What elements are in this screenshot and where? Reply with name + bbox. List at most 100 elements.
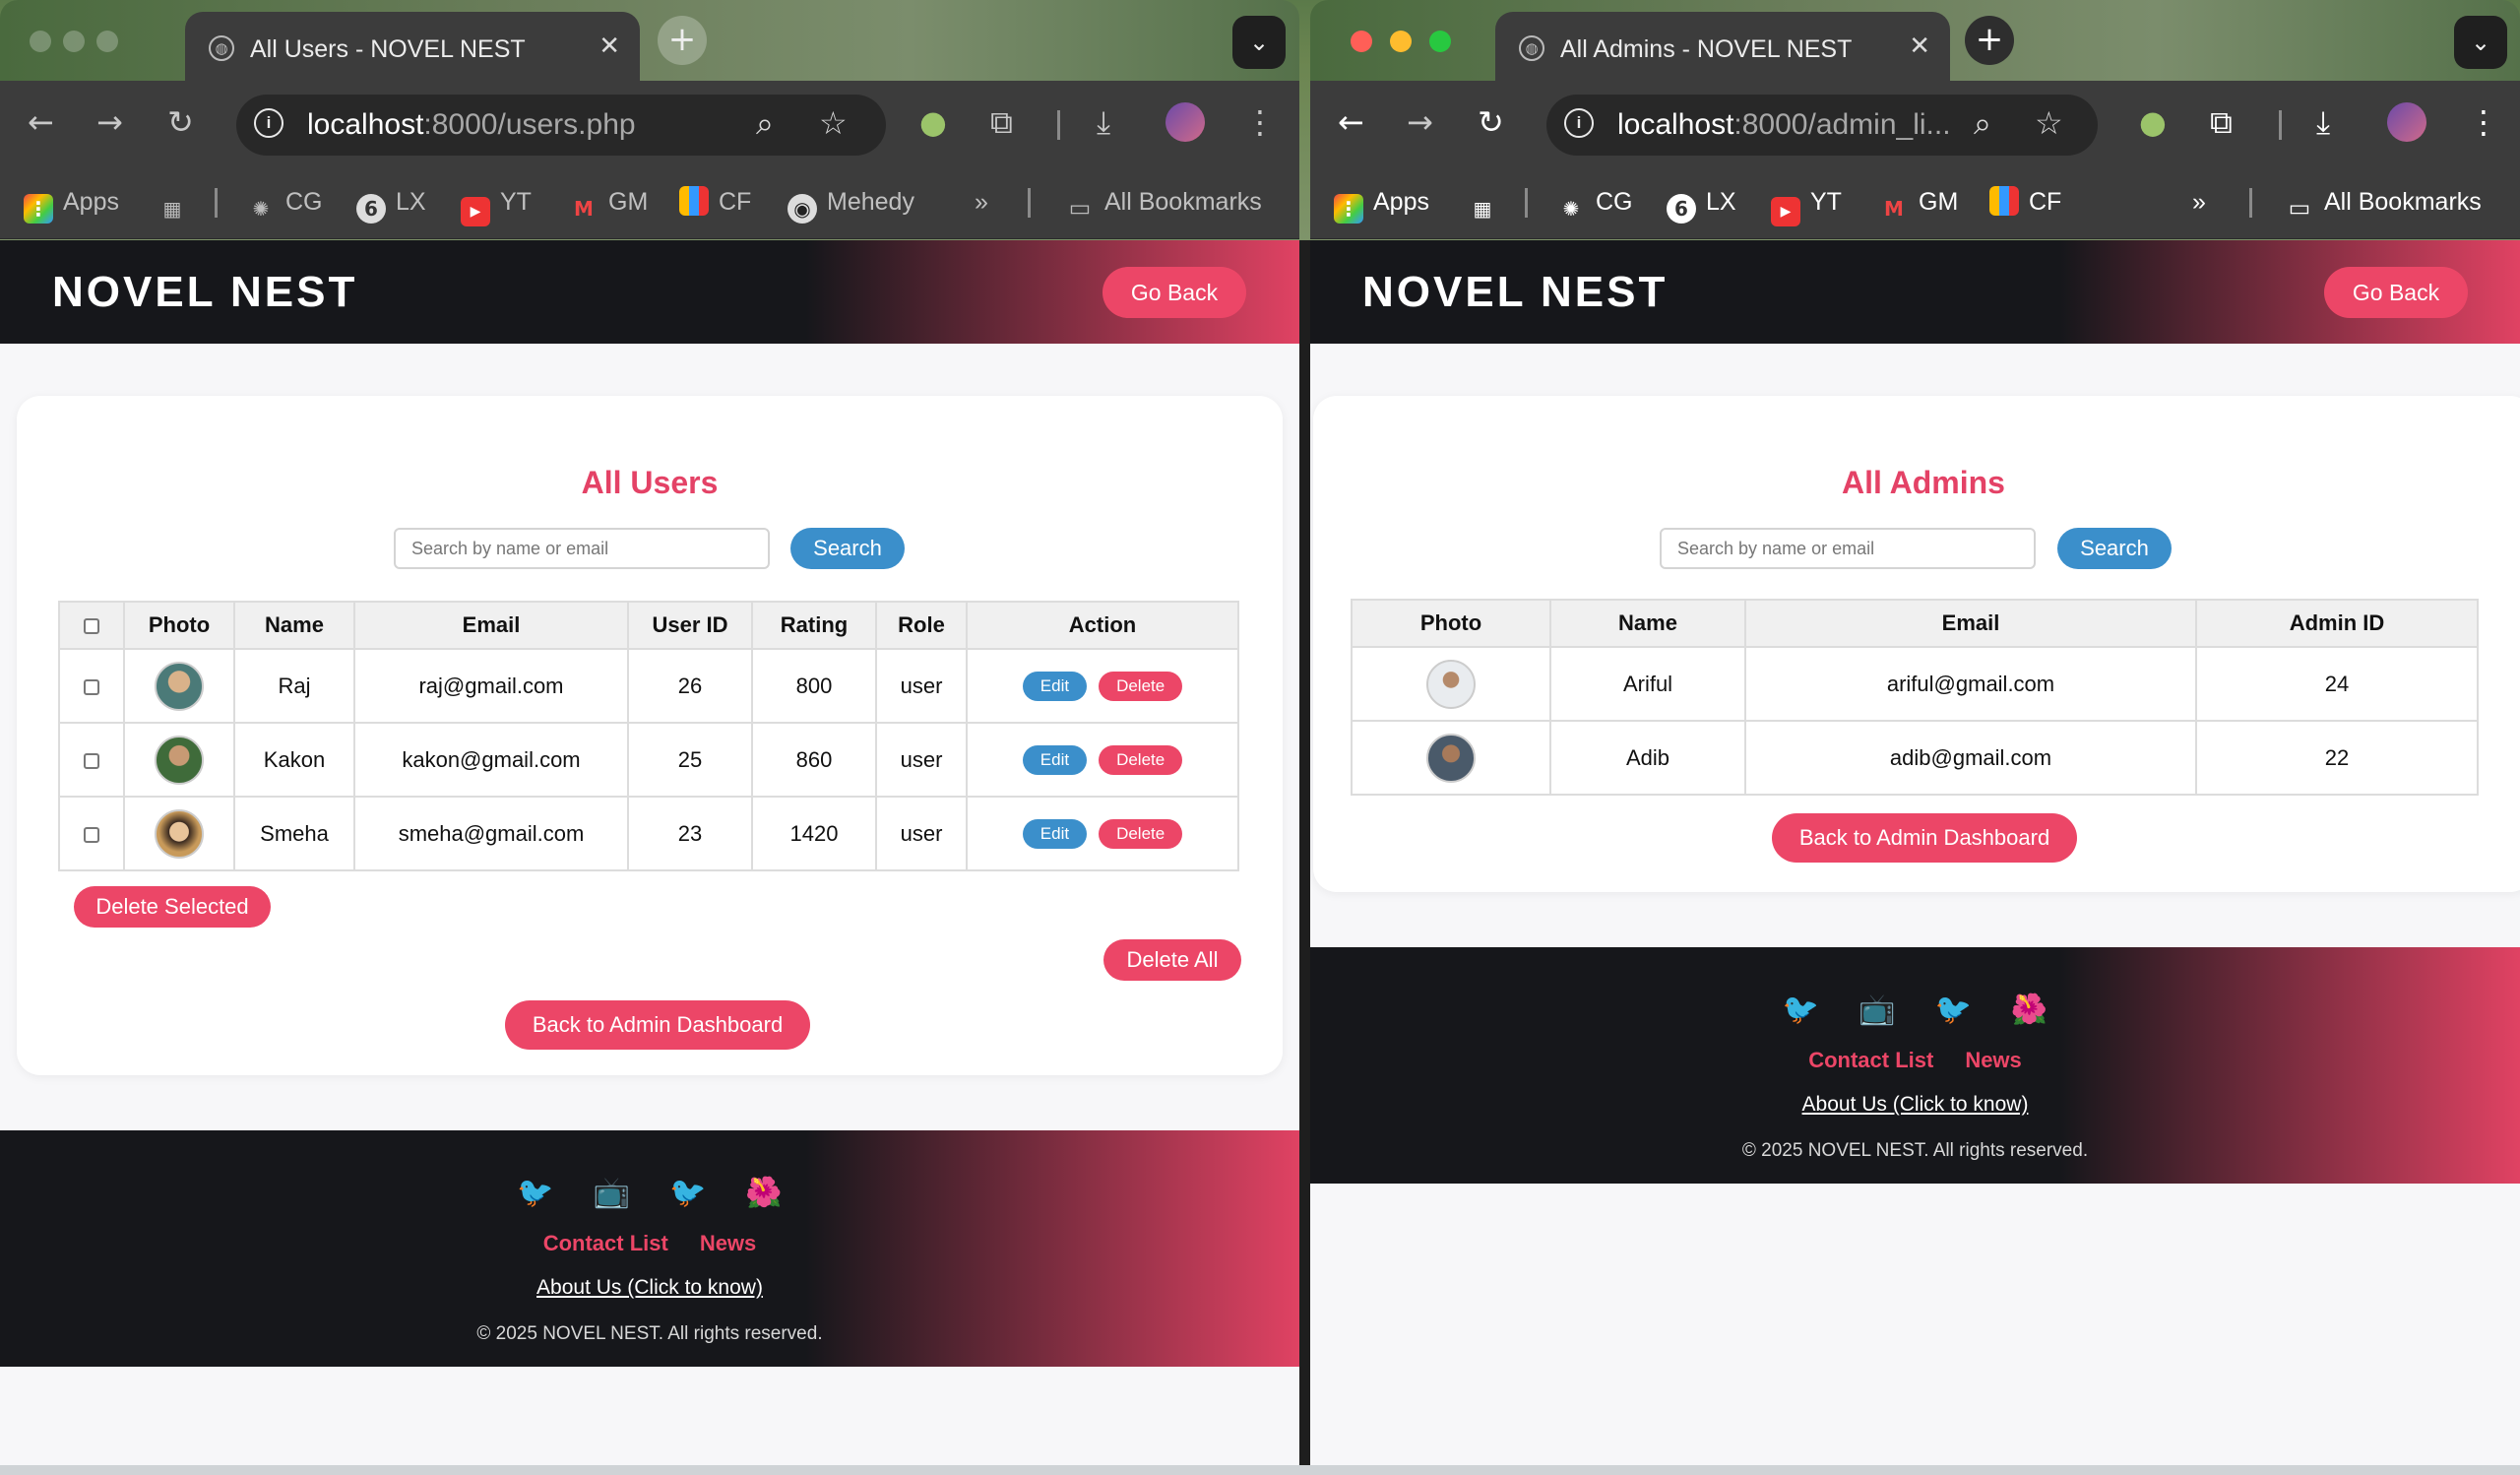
action-cell: Edit Delete xyxy=(966,722,1239,798)
profile-avatar[interactable] xyxy=(1166,102,1205,142)
close-window-button[interactable] xyxy=(30,31,51,52)
bird-icon[interactable]: 🐦 xyxy=(669,1176,706,1210)
user-id: 25 xyxy=(627,722,753,798)
edit-button[interactable]: Edit xyxy=(1022,671,1088,701)
close-tab-icon[interactable]: ✕ xyxy=(598,32,620,61)
bookmark-yt[interactable]: ▶ YT xyxy=(1771,184,1842,226)
bird-icon[interactable]: 🐦 xyxy=(1935,993,1972,1027)
bookmark-mehedy[interactable]: ◉ Mehedy xyxy=(788,184,914,224)
bookmarks-divider xyxy=(2249,188,2252,218)
tv-icon[interactable]: 📺 xyxy=(1858,993,1895,1027)
more-menu-icon[interactable]: ⋮ xyxy=(2468,102,2499,142)
bookmark-grid[interactable]: ▦ xyxy=(158,184,197,224)
extensions-puzzle-icon[interactable]: ⧉ xyxy=(990,102,1013,142)
back-to-dashboard-button[interactable]: Back to Admin Dashboard xyxy=(505,1000,810,1050)
close-window-button[interactable] xyxy=(1351,31,1372,52)
flower-icon[interactable]: 🌺 xyxy=(2011,993,2048,1027)
zoom-icon[interactable]: ⌕ xyxy=(756,104,774,143)
download-icon[interactable]: ⤓ xyxy=(1097,102,1110,142)
profile-avatar[interactable] xyxy=(2387,102,2426,142)
bookmark-grid[interactable]: ▦ xyxy=(1468,184,1507,224)
site-info-icon[interactable]: i xyxy=(254,108,284,138)
admin-id: 22 xyxy=(2195,720,2479,796)
address-bar[interactable]: i localhost:8000/users.php ⌕ ☆ xyxy=(236,95,886,156)
flower-icon[interactable]: 🌺 xyxy=(745,1176,782,1210)
row-checkbox[interactable] xyxy=(84,752,99,769)
delete-all-button[interactable]: Delete All xyxy=(1103,939,1241,981)
all-bookmarks[interactable]: ▭ All Bookmarks xyxy=(1065,184,1262,223)
minimize-window-button[interactable] xyxy=(1390,31,1412,52)
edit-button[interactable]: Edit xyxy=(1022,818,1088,849)
bookmarks-overflow-icon[interactable]: » xyxy=(2192,184,2206,220)
bookmark-star-icon[interactable]: ☆ xyxy=(2035,104,2063,142)
news-link[interactable]: News xyxy=(700,1231,756,1255)
about-us-link[interactable]: About Us (Click to know) xyxy=(1310,1093,2520,1117)
tab-search-button[interactable]: ⌄ xyxy=(2454,16,2507,69)
reload-icon[interactable]: ↻ xyxy=(167,102,194,142)
extensions-puzzle-icon[interactable]: ⧉ xyxy=(2210,102,2233,142)
close-tab-icon[interactable]: ✕ xyxy=(1909,32,1930,61)
bookmark-apps[interactable]: ⋮ Apps xyxy=(1334,184,1429,224)
about-us-link[interactable]: About Us (Click to know) xyxy=(0,1276,1299,1300)
forward-arrow-icon[interactable]: → xyxy=(1407,102,1433,142)
download-icon[interactable]: ⤓ xyxy=(2316,102,2330,142)
extension-icon[interactable]: ● xyxy=(919,102,947,142)
bookmark-cg[interactable]: ✺ CG xyxy=(246,184,323,224)
contact-list-link[interactable]: Contact List xyxy=(543,1231,668,1255)
column-header: Rating xyxy=(751,601,877,650)
site-info-icon[interactable]: i xyxy=(1564,108,1594,138)
all-bookmarks[interactable]: ▭ All Bookmarks xyxy=(2285,184,2482,223)
bookmark-gm[interactable]: M GM xyxy=(1879,184,1958,224)
bookmark-gm[interactable]: M GM xyxy=(569,184,648,224)
table-header-row: Photo Name Email Admin ID xyxy=(1351,599,2479,648)
search-input[interactable]: Search by name or email xyxy=(1660,528,2036,569)
forward-arrow-icon[interactable]: → xyxy=(96,102,123,142)
bird-icon[interactable]: 🐦 xyxy=(1783,993,1819,1027)
tv-icon[interactable]: 📺 xyxy=(594,1176,630,1210)
delete-selected-button[interactable]: Delete Selected xyxy=(74,886,271,928)
delete-button[interactable]: Delete xyxy=(1099,671,1183,701)
bookmark-apps[interactable]: ⋮ Apps xyxy=(24,184,119,224)
edit-button[interactable]: Edit xyxy=(1022,744,1088,775)
bookmark-lx[interactable]: 6 LX xyxy=(1667,184,1736,224)
minimize-window-button[interactable] xyxy=(63,31,85,52)
bookmark-cf[interactable]: CF xyxy=(679,184,751,220)
bookmark-cf[interactable]: CF xyxy=(1989,184,2061,220)
new-tab-button[interactable]: + xyxy=(1965,16,2014,65)
contact-list-link[interactable]: Contact List xyxy=(1808,1048,1933,1072)
bookmark-cg[interactable]: ✺ CG xyxy=(1556,184,1633,224)
maximize-window-button[interactable] xyxy=(96,31,118,52)
delete-button[interactable]: Delete xyxy=(1099,818,1183,849)
address-bar[interactable]: i localhost:8000/admin_li... ⌕ ☆ xyxy=(1546,95,2098,156)
search-button[interactable]: Search xyxy=(790,528,905,569)
search-input[interactable]: Search by name or email xyxy=(394,528,770,569)
go-back-button[interactable]: Go Back xyxy=(1102,267,1246,318)
maximize-window-button[interactable] xyxy=(1429,31,1451,52)
footer-social-icons: 🐦 📺 🐦 🌺 xyxy=(1310,993,2520,1027)
row-checkbox[interactable] xyxy=(84,826,99,843)
tab-all-admins[interactable]: ◍ All Admins - NOVEL NEST ✕ xyxy=(1495,12,1950,81)
bookmarks-overflow-icon[interactable]: » xyxy=(975,184,988,220)
bird-icon[interactable]: 🐦 xyxy=(517,1176,553,1210)
select-all-checkbox[interactable] xyxy=(84,618,99,635)
more-menu-icon[interactable]: ⋮ xyxy=(1244,102,1276,142)
back-arrow-icon[interactable]: ← xyxy=(1338,102,1364,142)
extension-icon[interactable]: ● xyxy=(2139,102,2167,142)
photo-cell xyxy=(1351,720,1551,796)
row-checkbox[interactable] xyxy=(84,678,99,695)
reload-icon[interactable]: ↻ xyxy=(1478,102,1504,142)
tab-search-button[interactable]: ⌄ xyxy=(1232,16,1286,69)
go-back-button[interactable]: Go Back xyxy=(2324,267,2468,318)
zoom-icon[interactable]: ⌕ xyxy=(1974,104,1991,143)
tab-all-users[interactable]: ◍ All Users - NOVEL NEST ✕ xyxy=(185,12,640,81)
new-tab-button[interactable]: + xyxy=(658,16,707,65)
news-link[interactable]: News xyxy=(1965,1048,2021,1072)
delete-button[interactable]: Delete xyxy=(1099,744,1183,775)
bookmark-lx[interactable]: 6 LX xyxy=(356,184,426,224)
bookmark-yt[interactable]: ▶ YT xyxy=(461,184,532,226)
back-arrow-icon[interactable]: ← xyxy=(28,102,54,142)
bookmark-star-icon[interactable]: ☆ xyxy=(819,104,848,142)
search-button[interactable]: Search xyxy=(2057,528,2172,569)
back-to-dashboard-button[interactable]: Back to Admin Dashboard xyxy=(1772,813,2077,863)
row-select-cell xyxy=(58,796,125,871)
